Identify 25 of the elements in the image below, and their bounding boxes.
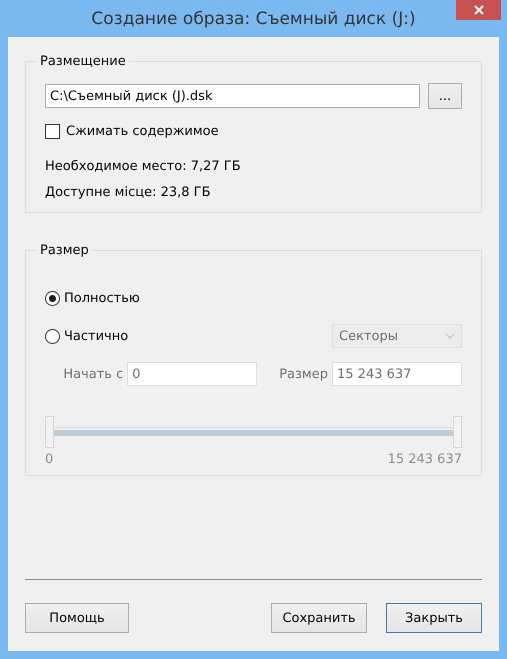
slider-handle[interactable] (45, 416, 54, 448)
checkbox[interactable] (45, 124, 60, 139)
checkbox-label: Сжимать содержимое (66, 124, 219, 139)
radio-button[interactable] (45, 291, 60, 306)
path-field[interactable]: C:\Съемный диск (J).dsk (45, 84, 420, 108)
chevron-icon (445, 333, 455, 339)
help-button[interactable]: Помощь (25, 603, 129, 633)
min-label: 0 (45, 452, 54, 467)
window-title: Создание образа: Съемный диск (J:) (91, 8, 416, 28)
required-space-text: Необходимое место: 7,27 ГБ (45, 159, 241, 174)
close-button[interactable] (456, 0, 501, 20)
close-icon (474, 5, 484, 15)
save-button[interactable]: Сохранить (271, 603, 367, 633)
radio-label: Полностью (64, 291, 140, 306)
size-label: Размер (279, 366, 328, 382)
close-dialog-button[interactable]: Закрыть (386, 603, 482, 633)
available-space-text: Доступне місце: 23,8 ГБ (45, 185, 211, 200)
slider-handle[interactable] (453, 416, 462, 448)
radio-label: Частично (64, 328, 128, 344)
group-title: Размещение (39, 54, 127, 69)
start-label: Начать с (63, 366, 124, 382)
max-label: 15 243 637 (388, 452, 462, 467)
radio-button[interactable] (45, 328, 60, 344)
group-title: Размер (39, 243, 90, 258)
browse-button[interactable]: ... (428, 83, 462, 109)
